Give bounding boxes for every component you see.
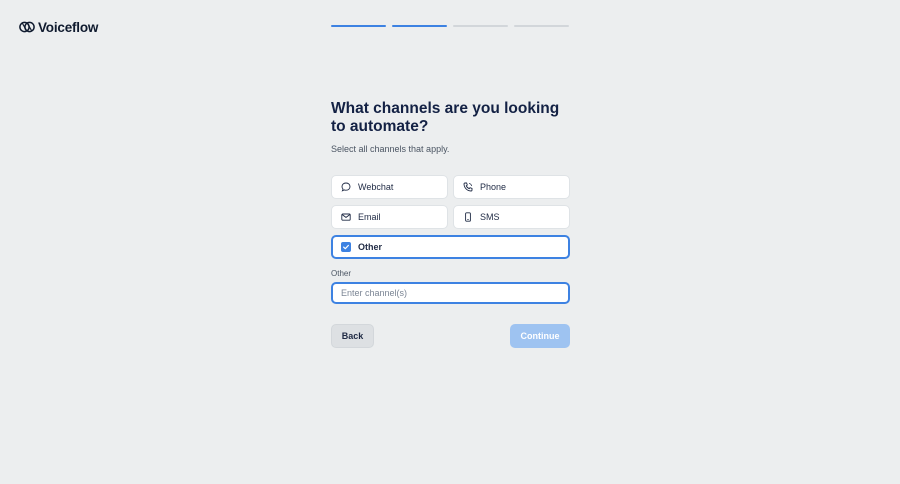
other-channels-input[interactable]	[331, 282, 570, 304]
mobile-icon	[463, 212, 473, 222]
option-sms[interactable]: SMS	[453, 205, 570, 229]
form-actions: Back Continue	[331, 324, 570, 348]
progress-step-2	[392, 25, 447, 27]
option-label: Other	[358, 242, 383, 252]
option-webchat[interactable]: Webchat	[331, 175, 448, 199]
option-label: SMS	[480, 212, 500, 222]
page-subtitle: Select all channels that apply.	[331, 144, 450, 154]
option-label: Webchat	[358, 182, 394, 192]
back-button[interactable]: Back	[331, 324, 374, 348]
channel-options: Webchat Phone Email SMS Other	[331, 175, 570, 259]
phone-icon	[463, 182, 473, 192]
other-field-label: Other	[331, 269, 352, 278]
channel-selection-form: What channels are you looking to automat…	[331, 100, 570, 348]
voiceflow-logo-icon	[19, 21, 35, 33]
logo-wordmark: Voiceflow	[38, 19, 99, 35]
progress-step-3	[453, 25, 508, 27]
progress-step-1	[331, 25, 386, 27]
voiceflow-logo: Voiceflow	[19, 18, 98, 36]
option-label: Phone	[480, 182, 507, 192]
continue-button[interactable]: Continue	[510, 324, 570, 348]
option-other[interactable]: Other	[331, 235, 570, 259]
option-email[interactable]: Email	[331, 205, 448, 229]
page-title: What channels are you looking to automat…	[331, 100, 560, 135]
onboarding-page: Voiceflow What channels are you looking …	[0, 0, 900, 484]
progress-indicator	[331, 25, 569, 27]
option-phone[interactable]: Phone	[453, 175, 570, 199]
option-label: Email	[358, 212, 381, 222]
envelope-icon	[341, 212, 351, 222]
checkbox-checked-icon[interactable]	[341, 242, 351, 252]
progress-step-4	[514, 25, 569, 27]
chat-bubble-icon	[341, 182, 351, 192]
